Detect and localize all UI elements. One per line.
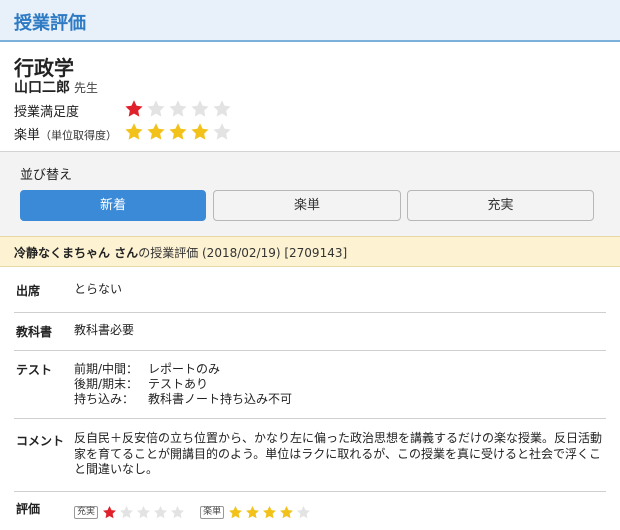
- star-empty-icon: [169, 99, 187, 117]
- sort-button-fulfillment[interactable]: 充実: [407, 190, 594, 221]
- star-empty-icon: [297, 505, 311, 519]
- review-author[interactable]: 冷静なくまちゃん さん: [14, 246, 138, 260]
- sort-button-easy[interactable]: 楽単: [213, 190, 401, 221]
- star-filled-icon: [147, 122, 165, 140]
- easiness-eval-stars: [228, 502, 313, 521]
- textbook-value: 教科書必要: [74, 323, 135, 337]
- easiness-label-sub: （単位取得度）: [40, 129, 118, 142]
- test-line: 前期/中間： レポートのみ: [74, 362, 221, 376]
- star-filled-icon: [246, 505, 260, 519]
- attendance-label: 出席: [16, 284, 41, 298]
- teacher-suffix: 先生: [74, 81, 99, 95]
- sort-button-new[interactable]: 新着: [20, 190, 206, 221]
- star-empty-icon: [137, 505, 150, 519]
- evaluation-ratings: 充実 楽単: [74, 502, 321, 521]
- star-filled-icon: [103, 505, 116, 519]
- test-row: テスト 前期/中間： レポートのみ 後期/期末： テストあり 持ち込み： 教科書ノート…: [14, 351, 606, 419]
- comment-row: コメント 反自民＋反安倍の立ち位置から、かなり左に偏った政治思想を講義するだけの…: [14, 419, 606, 492]
- easiness-evaluation: 楽単: [200, 502, 313, 521]
- star-filled-icon: [169, 122, 187, 140]
- star-empty-icon: [191, 99, 209, 117]
- fulfillment-tag: 充実: [74, 506, 99, 519]
- test-line: 持ち込み： 教科書ノート持ち込み不可: [74, 392, 293, 406]
- teacher-name: 山口二郎: [14, 80, 70, 96]
- review-header: 冷静なくまちゃん さんの授業評価 (2018/02/19) [2709143]: [0, 236, 620, 267]
- test-details: 前期/中間： レポートのみ 後期/期末： テストあり 持ち込み： 教科書ノート持ち込み…: [74, 362, 292, 407]
- star-filled-icon: [125, 99, 143, 117]
- fulfillment-stars: [102, 502, 187, 521]
- comment-label: コメント: [16, 434, 65, 448]
- sort-title: 並び替え: [20, 168, 73, 183]
- teacher: 山口二郎 先生: [14, 77, 98, 97]
- star-filled-icon: [125, 122, 143, 140]
- fulfillment-evaluation: 充実: [74, 502, 187, 521]
- attendance-value: とらない: [74, 282, 123, 296]
- easiness-label: 楽単（単位取得度）: [14, 128, 118, 143]
- test-label: テスト: [16, 363, 53, 377]
- star-filled-icon: [229, 505, 243, 519]
- star-empty-icon: [154, 505, 167, 519]
- comment-text: 反自民＋反安倍の立ち位置から、かなり左に偏った政治思想を講義するだけの楽な授業。…: [74, 431, 603, 476]
- review-meta: の授業評価 (2018/02/19) [2709143]: [138, 246, 348, 260]
- star-empty-icon: [213, 122, 231, 140]
- star-empty-icon: [213, 99, 231, 117]
- page-title: 授業評価: [14, 13, 86, 34]
- easiness-tag: 楽単: [200, 506, 225, 519]
- attendance-row: 出席 とらない: [14, 268, 606, 313]
- page-header: 授業評価: [0, 0, 620, 42]
- textbook-label: 教科書: [16, 325, 53, 339]
- textbook-row: 教科書 教科書必要: [14, 313, 606, 351]
- star-empty-icon: [171, 505, 184, 519]
- star-empty-icon: [120, 505, 133, 519]
- easiness-stars: [124, 121, 234, 142]
- satisfaction-stars: [124, 98, 234, 119]
- star-filled-icon: [263, 505, 277, 519]
- star-filled-icon: [191, 122, 209, 140]
- evaluation-label: 評価: [16, 502, 41, 516]
- sort-panel: 並び替え 新着 楽単 充実: [0, 152, 620, 236]
- star-empty-icon: [147, 99, 165, 117]
- star-filled-icon: [280, 505, 294, 519]
- test-line: 後期/期末： テストあり: [74, 377, 209, 391]
- satisfaction-label: 授業満足度: [14, 105, 80, 120]
- evaluation-row: 評価 充実 楽単: [14, 492, 606, 530]
